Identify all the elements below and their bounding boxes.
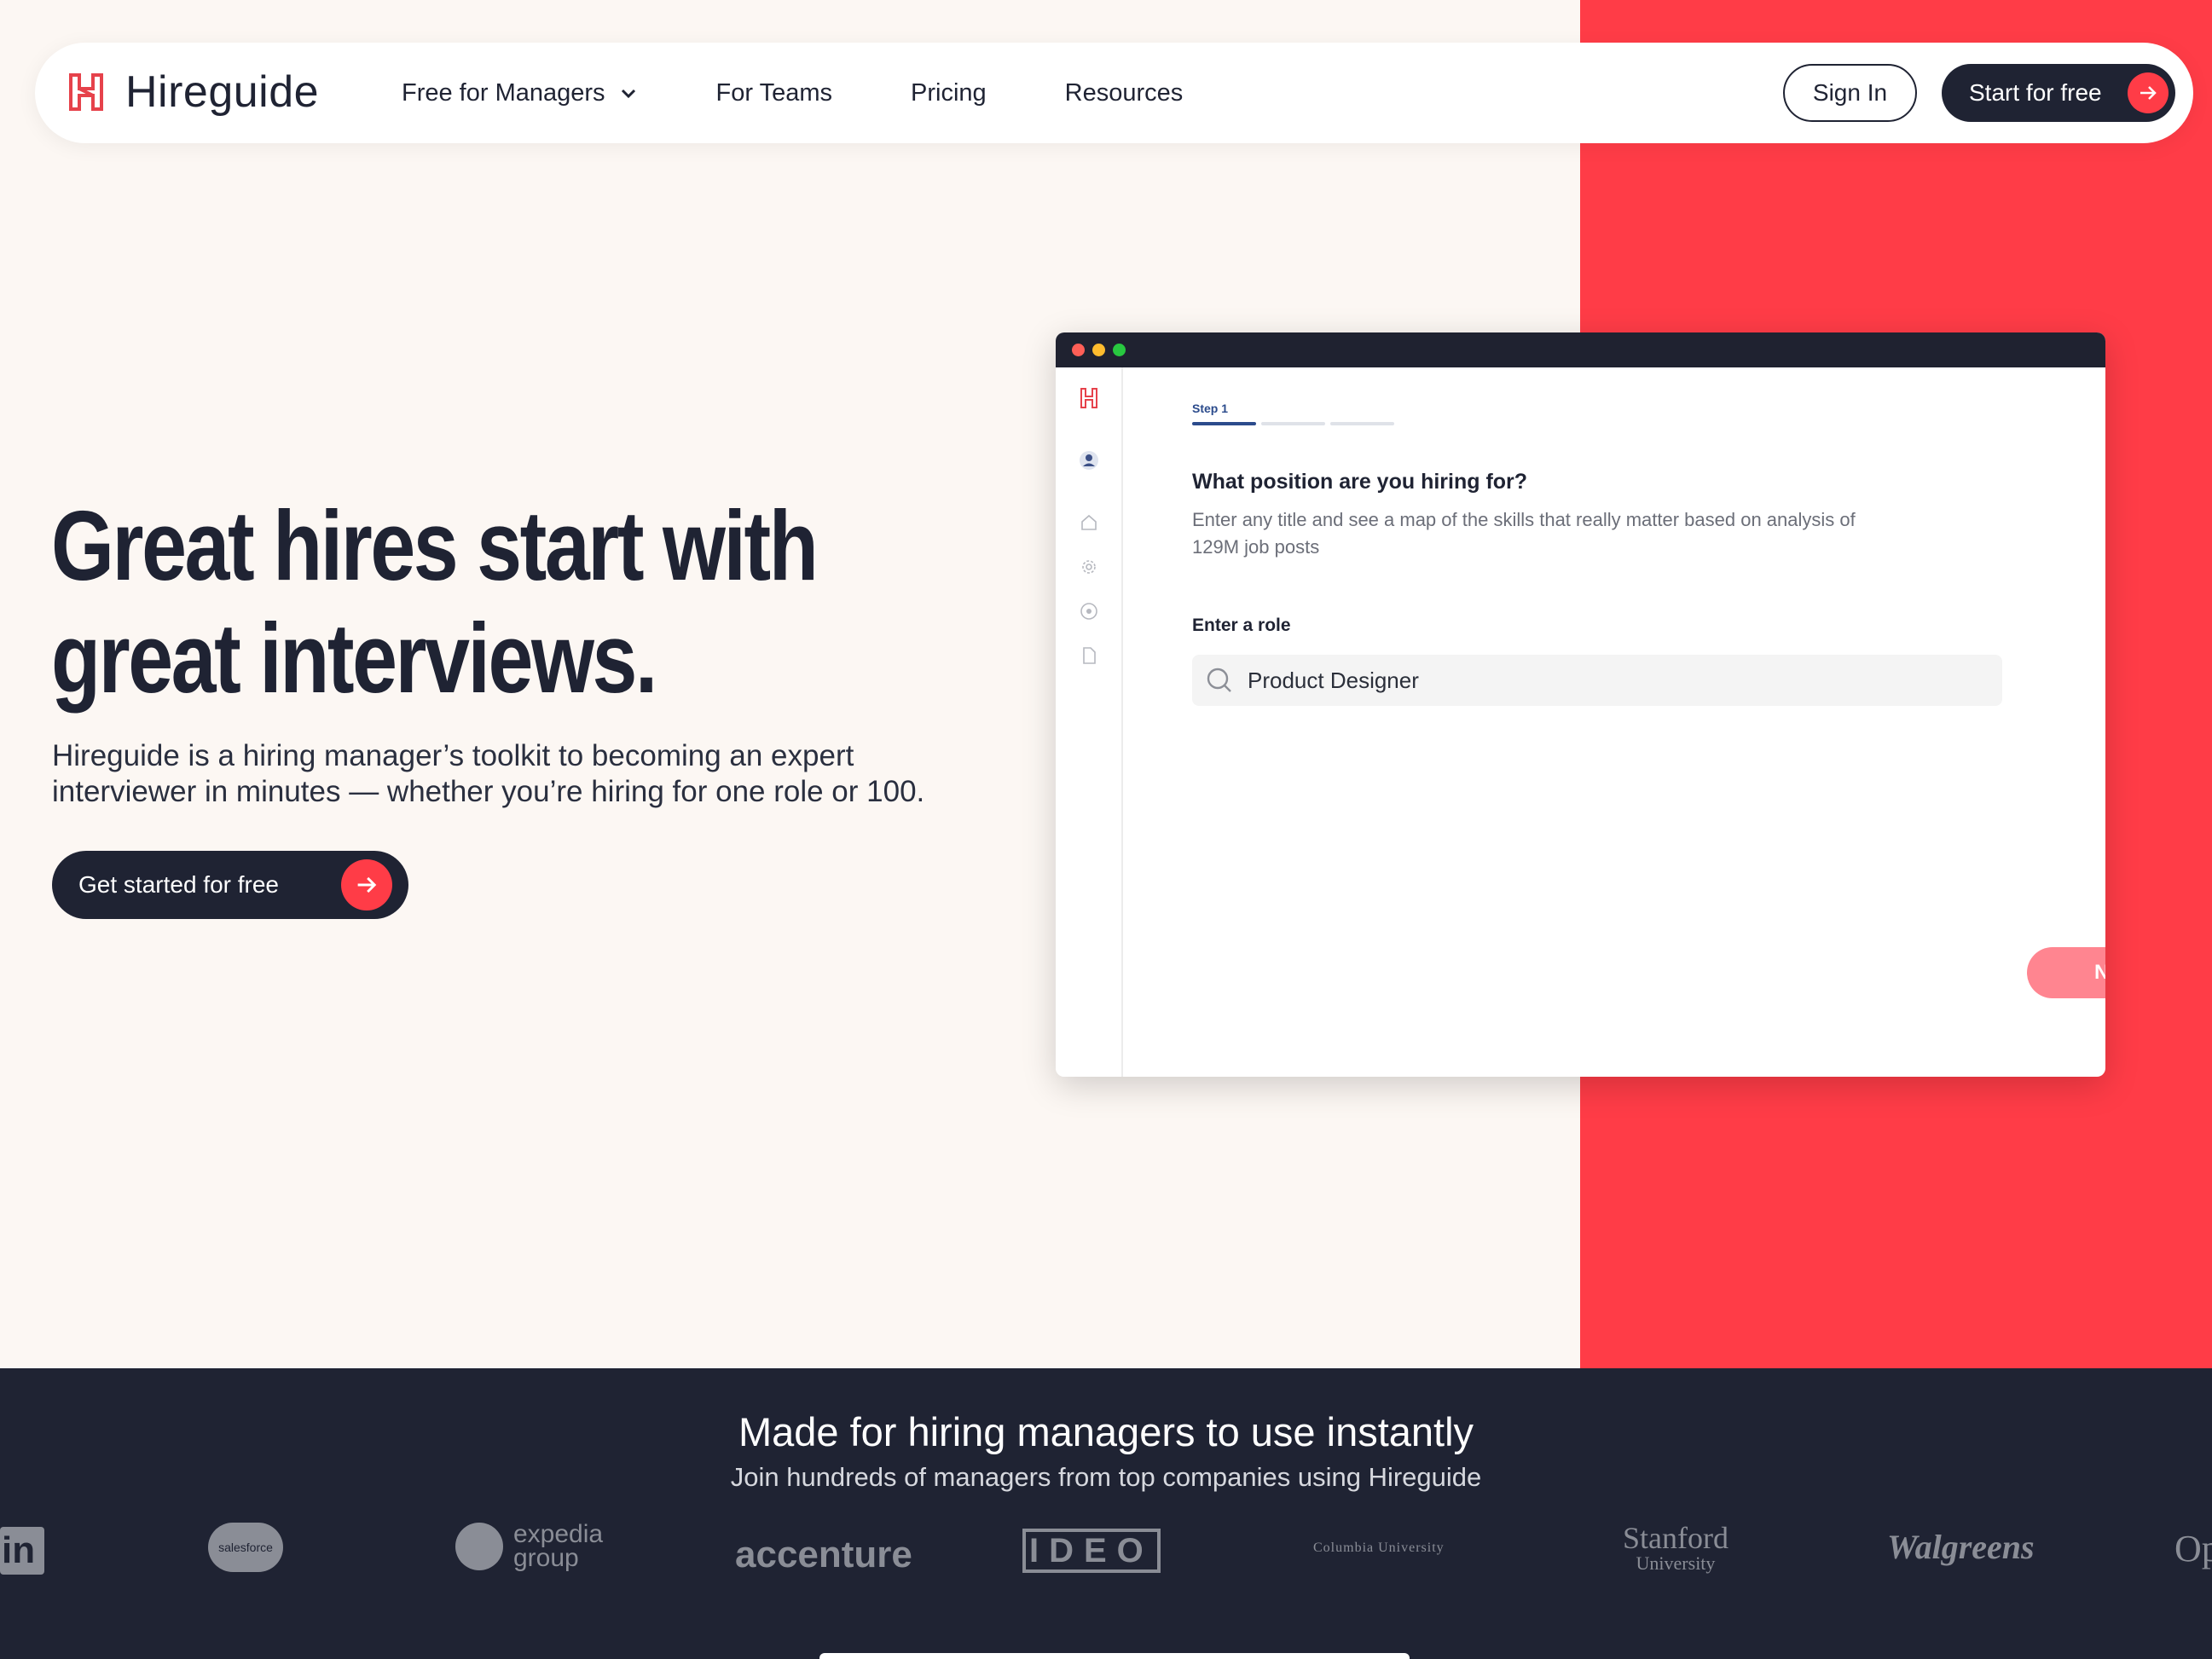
trust-section: Made for hiring managers to use instantl… <box>0 1368 2212 1659</box>
accenture-logo: accenture <box>735 1534 912 1575</box>
nav-links: Free for Managers For Teams Pricing Reso… <box>402 43 1261 143</box>
get-started-button[interactable]: Get started for free <box>52 851 408 919</box>
role-search-input[interactable]: Product Designer <box>1192 655 2002 706</box>
hero-title: Great hires start with great interviews. <box>51 489 820 714</box>
linkedin-logo: in <box>0 1527 44 1575</box>
trust-subtitle: Join hundreds of managers from top compa… <box>730 1462 1482 1492</box>
window-maximize-dot <box>1113 344 1126 356</box>
role-input-value: Product Designer <box>1248 667 1419 693</box>
app-main-panel: Step 1 What position are you hiring for?… <box>1123 367 2105 1077</box>
ideo-logo: IDEO <box>1022 1529 1161 1573</box>
window-titlebar <box>1056 332 2105 367</box>
nav-link-pricing[interactable]: Pricing <box>911 79 987 107</box>
start-for-free-button[interactable]: Start for free <box>1942 64 2175 122</box>
company-logos: in salesforce expedia group accenture ID… <box>0 1518 2212 1612</box>
start-for-free-label: Start for free <box>1969 79 2102 106</box>
hireguide-logo-icon <box>1080 388 1097 408</box>
chevron-down-icon <box>621 89 635 99</box>
columbia-university-logo: Columbia University <box>1313 1540 1445 1555</box>
nav-link-free-for-managers[interactable]: Free for Managers <box>402 79 638 107</box>
stanford-university-logo: Stanford University <box>1623 1521 1728 1574</box>
next-section-edge <box>819 1653 1410 1659</box>
trust-title: Made for hiring managers to use instantl… <box>738 1409 1474 1454</box>
app-preview-window: Step 1 What position are you hiring for?… <box>1056 332 2105 1077</box>
app-sidebar <box>1056 367 1123 1077</box>
hireguide-logo-icon <box>69 73 103 111</box>
user-avatar-icon[interactable] <box>1079 450 1099 471</box>
nav-link-for-teams[interactable]: For Teams <box>716 79 832 107</box>
nav-link-resources[interactable]: Resources <box>1065 79 1184 107</box>
get-started-label: Get started for free <box>78 871 279 898</box>
gear-icon[interactable] <box>1079 557 1099 577</box>
question-title: What position are you hiring for? <box>1192 470 1528 494</box>
expedia-mark <box>455 1523 503 1570</box>
question-description: Enter any title and see a map of the ski… <box>1192 509 1856 558</box>
role-field-label: Enter a role <box>1192 616 1291 635</box>
hero-title-line-2: great interviews. <box>51 603 657 714</box>
top-nav: Hireguide Free for Managers For Teams Pr… <box>35 43 2193 143</box>
search-icon <box>1207 668 1231 692</box>
expedia-group-logo: expedia group <box>455 1522 603 1571</box>
home-icon[interactable] <box>1079 512 1099 533</box>
step-progress-inactive <box>1330 422 1394 425</box>
step-progress-active <box>1192 422 1256 425</box>
partial-logo: Op <box>2174 1528 2212 1569</box>
document-icon[interactable] <box>1079 645 1099 666</box>
brand-logo[interactable]: Hireguide <box>67 66 319 118</box>
step-label: Step 1 <box>1192 402 1229 415</box>
hero-title-line-1: Great hires start with <box>51 490 819 601</box>
next-button[interactable]: Next <box>2027 947 2105 998</box>
arrow-right-icon <box>341 859 392 910</box>
hero-subtitle: Hireguide is a hiring manager’s toolkit … <box>52 739 925 808</box>
record-icon[interactable] <box>1079 601 1099 621</box>
window-minimize-dot <box>1092 344 1105 356</box>
nav-link-label: Free for Managers <box>402 78 605 107</box>
salesforce-logo: salesforce <box>208 1523 283 1572</box>
arrow-right-icon <box>2128 72 2169 113</box>
window-close-dot <box>1072 344 1085 356</box>
walgreens-logo: Walgreens <box>1887 1528 2035 1566</box>
step-progress-inactive <box>1261 422 1325 425</box>
brand-name: Hireguide <box>125 67 320 117</box>
sign-in-button[interactable]: Sign In <box>1783 64 1917 122</box>
